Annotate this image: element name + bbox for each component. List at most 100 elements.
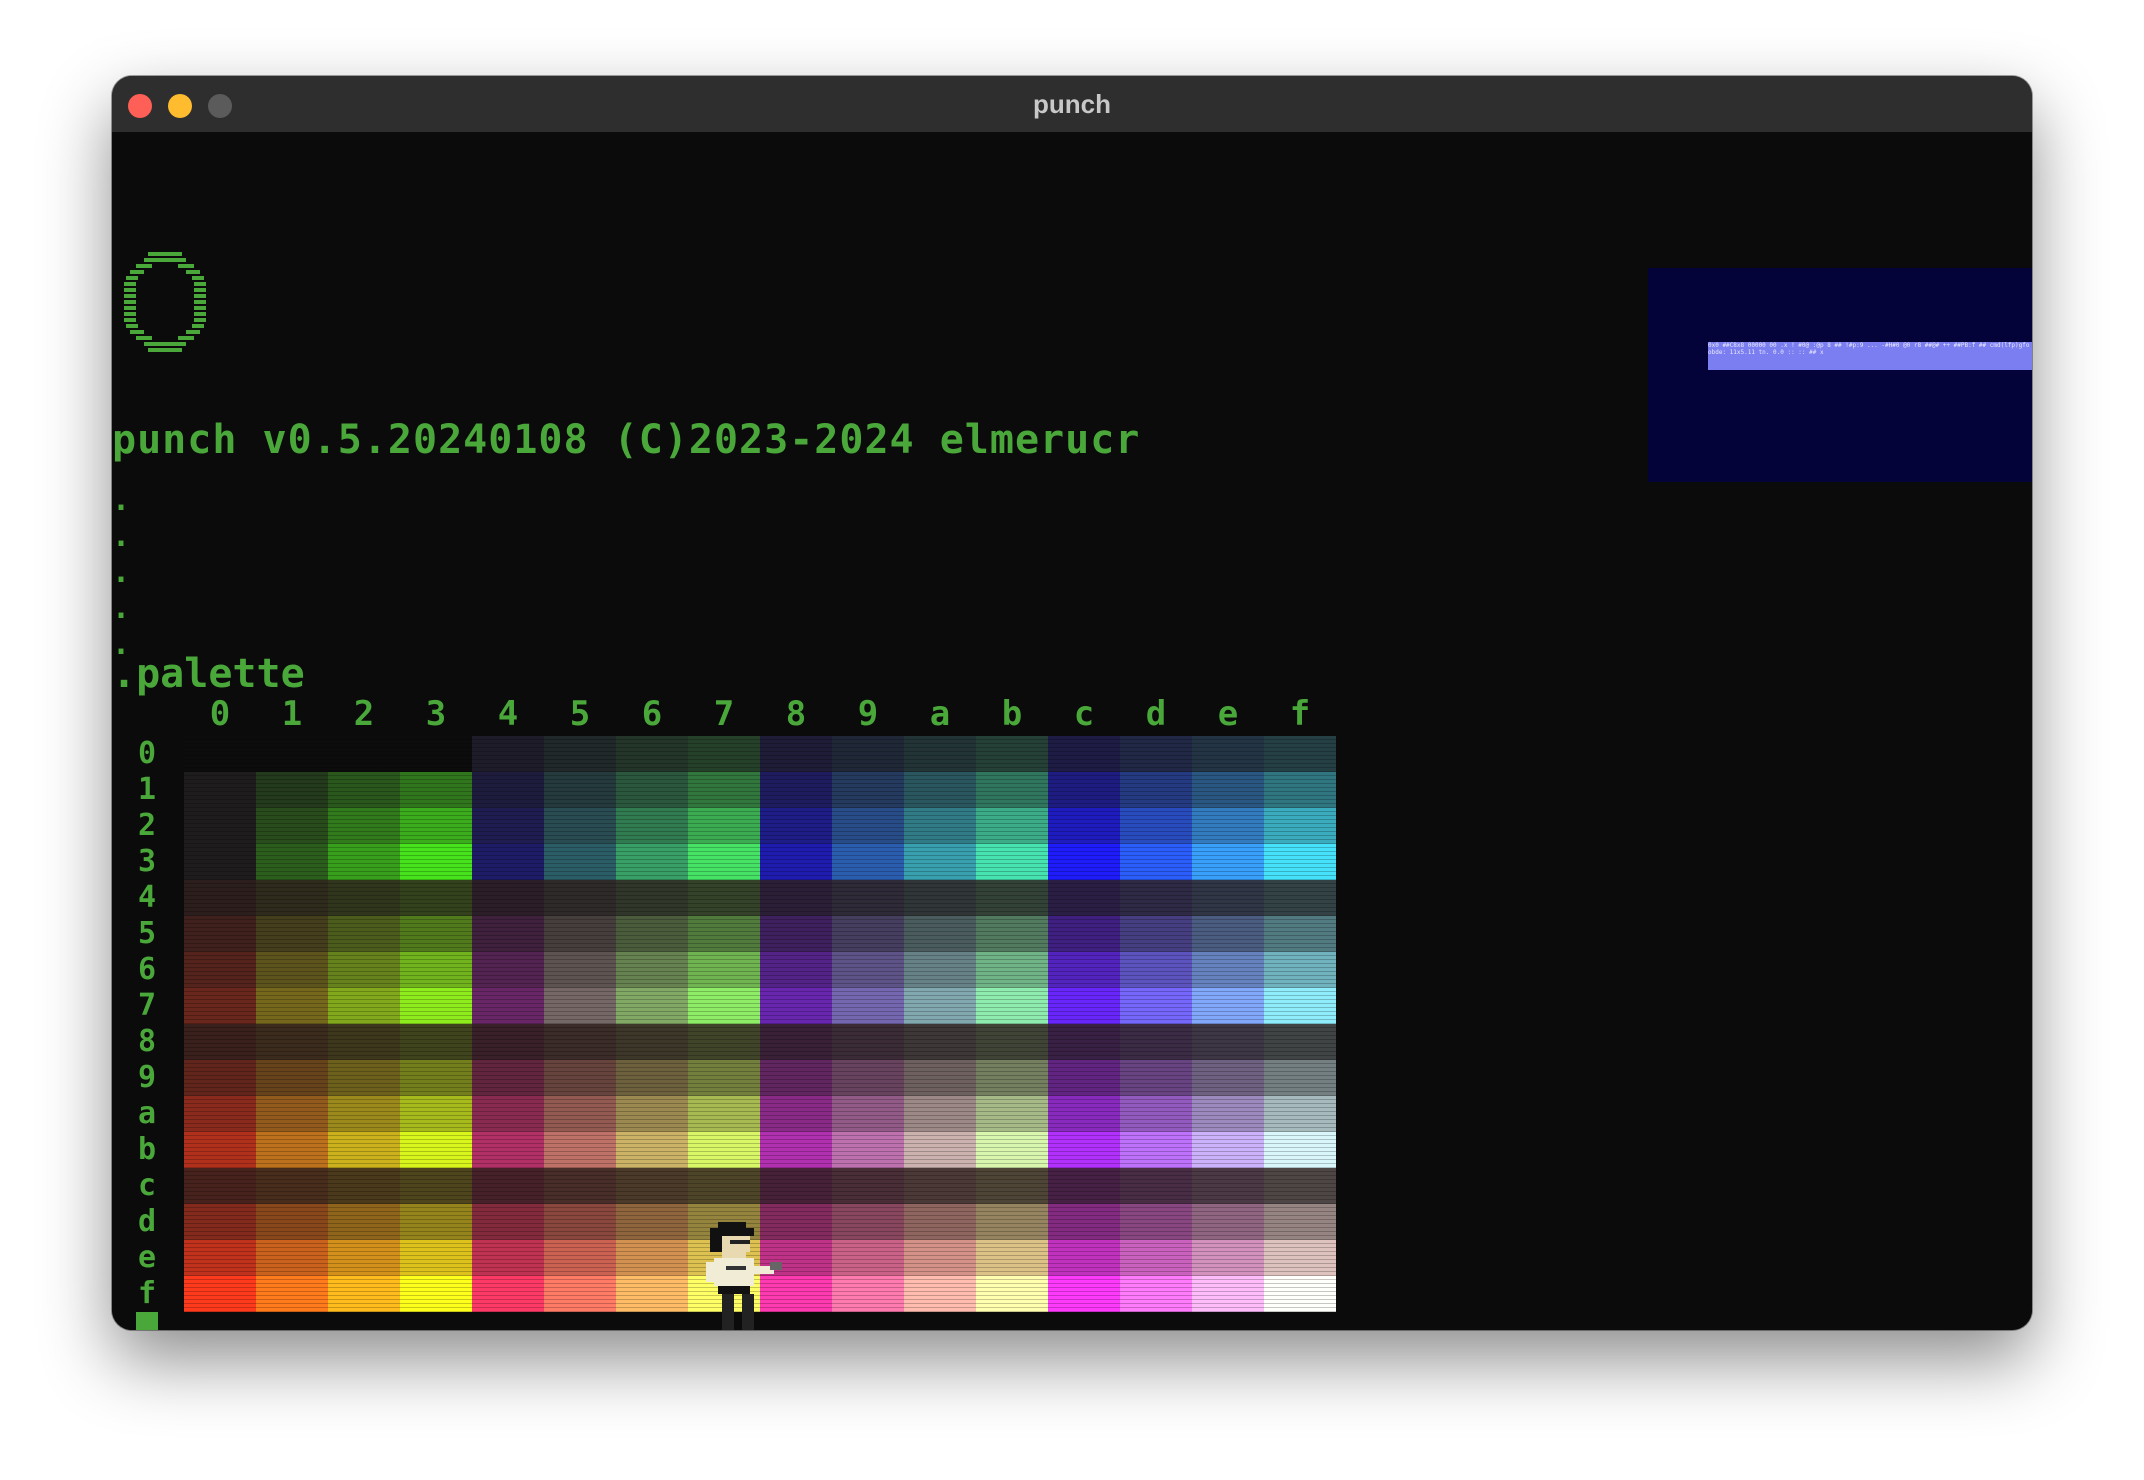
palette-color-cell xyxy=(760,952,832,988)
palette-color-cell xyxy=(1120,916,1192,952)
palette-color-cell xyxy=(472,808,544,844)
prompt-line: . xyxy=(112,591,131,626)
palette-color-cell xyxy=(904,1096,976,1132)
row-label: e xyxy=(137,1240,157,1275)
palette-color-cell xyxy=(832,1060,904,1096)
palette-color-cell xyxy=(904,1132,976,1168)
palette-color-cell xyxy=(1048,808,1120,844)
mini-overview-panel: 0x0 ##C8x8 00000 00 .x ! #0@ :@p 8 ## !#… xyxy=(1648,268,2032,482)
palette-color-cell xyxy=(400,736,472,772)
palette-color-cell xyxy=(1192,880,1264,916)
palette-color-cell xyxy=(472,988,544,1024)
palette-color-cell xyxy=(400,1096,472,1132)
palette-color-cell xyxy=(904,1276,976,1312)
palette-color-cell xyxy=(976,988,1048,1024)
palette-color-cell xyxy=(688,772,760,808)
palette-color-cell xyxy=(328,1168,400,1204)
palette-color-cell xyxy=(328,844,400,880)
palette-color-cell xyxy=(472,1276,544,1312)
row-label: f xyxy=(137,1276,157,1311)
palette-color-cell xyxy=(328,772,400,808)
palette-color-cell xyxy=(400,1060,472,1096)
palette-color-cell xyxy=(976,1060,1048,1096)
palette-color-cell xyxy=(976,1276,1048,1312)
palette-color-cell xyxy=(544,952,616,988)
palette-color-cell xyxy=(976,1096,1048,1132)
palette-color-cell xyxy=(1120,1276,1192,1312)
palette-color-cell xyxy=(832,916,904,952)
palette-color-cell xyxy=(1264,736,1336,772)
palette-color-cell xyxy=(184,1060,256,1096)
mini-overview-text: 0x0 ##C8x8 00000 00 .x ! #0@ :@p 8 ## !#… xyxy=(1708,342,2032,370)
row-label: 2 xyxy=(137,808,157,843)
palette-color-cell xyxy=(1192,736,1264,772)
palette-color-cell xyxy=(1264,844,1336,880)
column-label: 3 xyxy=(425,694,447,734)
palette-color-cell xyxy=(760,1096,832,1132)
palette-color-cell xyxy=(1192,1024,1264,1060)
palette-color-cell xyxy=(688,1024,760,1060)
palette-color-cell xyxy=(1192,916,1264,952)
column-label: 4 xyxy=(497,694,519,734)
palette-color-cell xyxy=(184,916,256,952)
row-label: c xyxy=(137,1168,157,1203)
palette-color-cell xyxy=(400,880,472,916)
palette-color-cell xyxy=(616,844,688,880)
row-label: 8 xyxy=(137,1024,157,1059)
cursor-prompt: . xyxy=(114,1318,132,1331)
palette-color-cell xyxy=(256,1060,328,1096)
palette-color-cell xyxy=(760,988,832,1024)
palette-color-cell xyxy=(832,1276,904,1312)
column-label: 8 xyxy=(785,694,807,734)
palette-color-cell xyxy=(688,1060,760,1096)
palette-color-cell xyxy=(760,736,832,772)
palette-color-cell xyxy=(256,880,328,916)
palette-color-cell xyxy=(328,1204,400,1240)
palette-color-cell xyxy=(256,1240,328,1276)
palette-color-cell xyxy=(1120,1096,1192,1132)
row-label: 1 xyxy=(137,772,157,807)
palette-color-cell xyxy=(256,1204,328,1240)
column-label: 9 xyxy=(857,694,879,734)
palette-color-cell xyxy=(184,808,256,844)
palette-color-cell xyxy=(544,1060,616,1096)
text-cursor xyxy=(136,1312,158,1330)
palette-color-cell xyxy=(544,916,616,952)
palette-color-cell xyxy=(472,952,544,988)
palette-color-cell xyxy=(1264,1024,1336,1060)
column-label: b xyxy=(1001,694,1023,734)
palette-color-cell xyxy=(1048,880,1120,916)
palette-color-cell xyxy=(1048,916,1120,952)
palette-color-cell xyxy=(1192,1060,1264,1096)
palette-color-cell xyxy=(400,988,472,1024)
palette-color-cell xyxy=(616,988,688,1024)
palette-color-cell xyxy=(616,808,688,844)
palette-color-cell xyxy=(544,1024,616,1060)
palette-color-cell xyxy=(976,1024,1048,1060)
palette-color-cell xyxy=(904,736,976,772)
palette-color-cell xyxy=(328,1132,400,1168)
palette-color-cell xyxy=(1264,808,1336,844)
palette-color-cell xyxy=(328,1240,400,1276)
palette-color-cell xyxy=(400,1168,472,1204)
palette-color-cell xyxy=(1048,736,1120,772)
palette-color-cell xyxy=(256,1276,328,1312)
palette-color-cell xyxy=(1264,1060,1336,1096)
palette-color-cell xyxy=(184,880,256,916)
palette-color-cell xyxy=(1120,772,1192,808)
palette-color-cell xyxy=(1192,1240,1264,1276)
palette-color-cell xyxy=(256,916,328,952)
palette-color-cell xyxy=(832,988,904,1024)
palette-color-cell xyxy=(976,808,1048,844)
terminal-screen[interactable]: punch v0.5.20240108 (C)2023-2024 elmeruc… xyxy=(112,132,2032,1330)
palette-color-cell xyxy=(1192,1276,1264,1312)
palette-color-cell xyxy=(472,1024,544,1060)
palette-color-cell xyxy=(472,1204,544,1240)
palette-color-cell xyxy=(760,772,832,808)
palette-color-cell xyxy=(544,736,616,772)
row-label: 6 xyxy=(137,952,157,987)
palette-color-cell xyxy=(400,1024,472,1060)
palette-color-cell xyxy=(1120,808,1192,844)
palette-color-cell xyxy=(1264,1132,1336,1168)
column-label: c xyxy=(1073,694,1095,734)
